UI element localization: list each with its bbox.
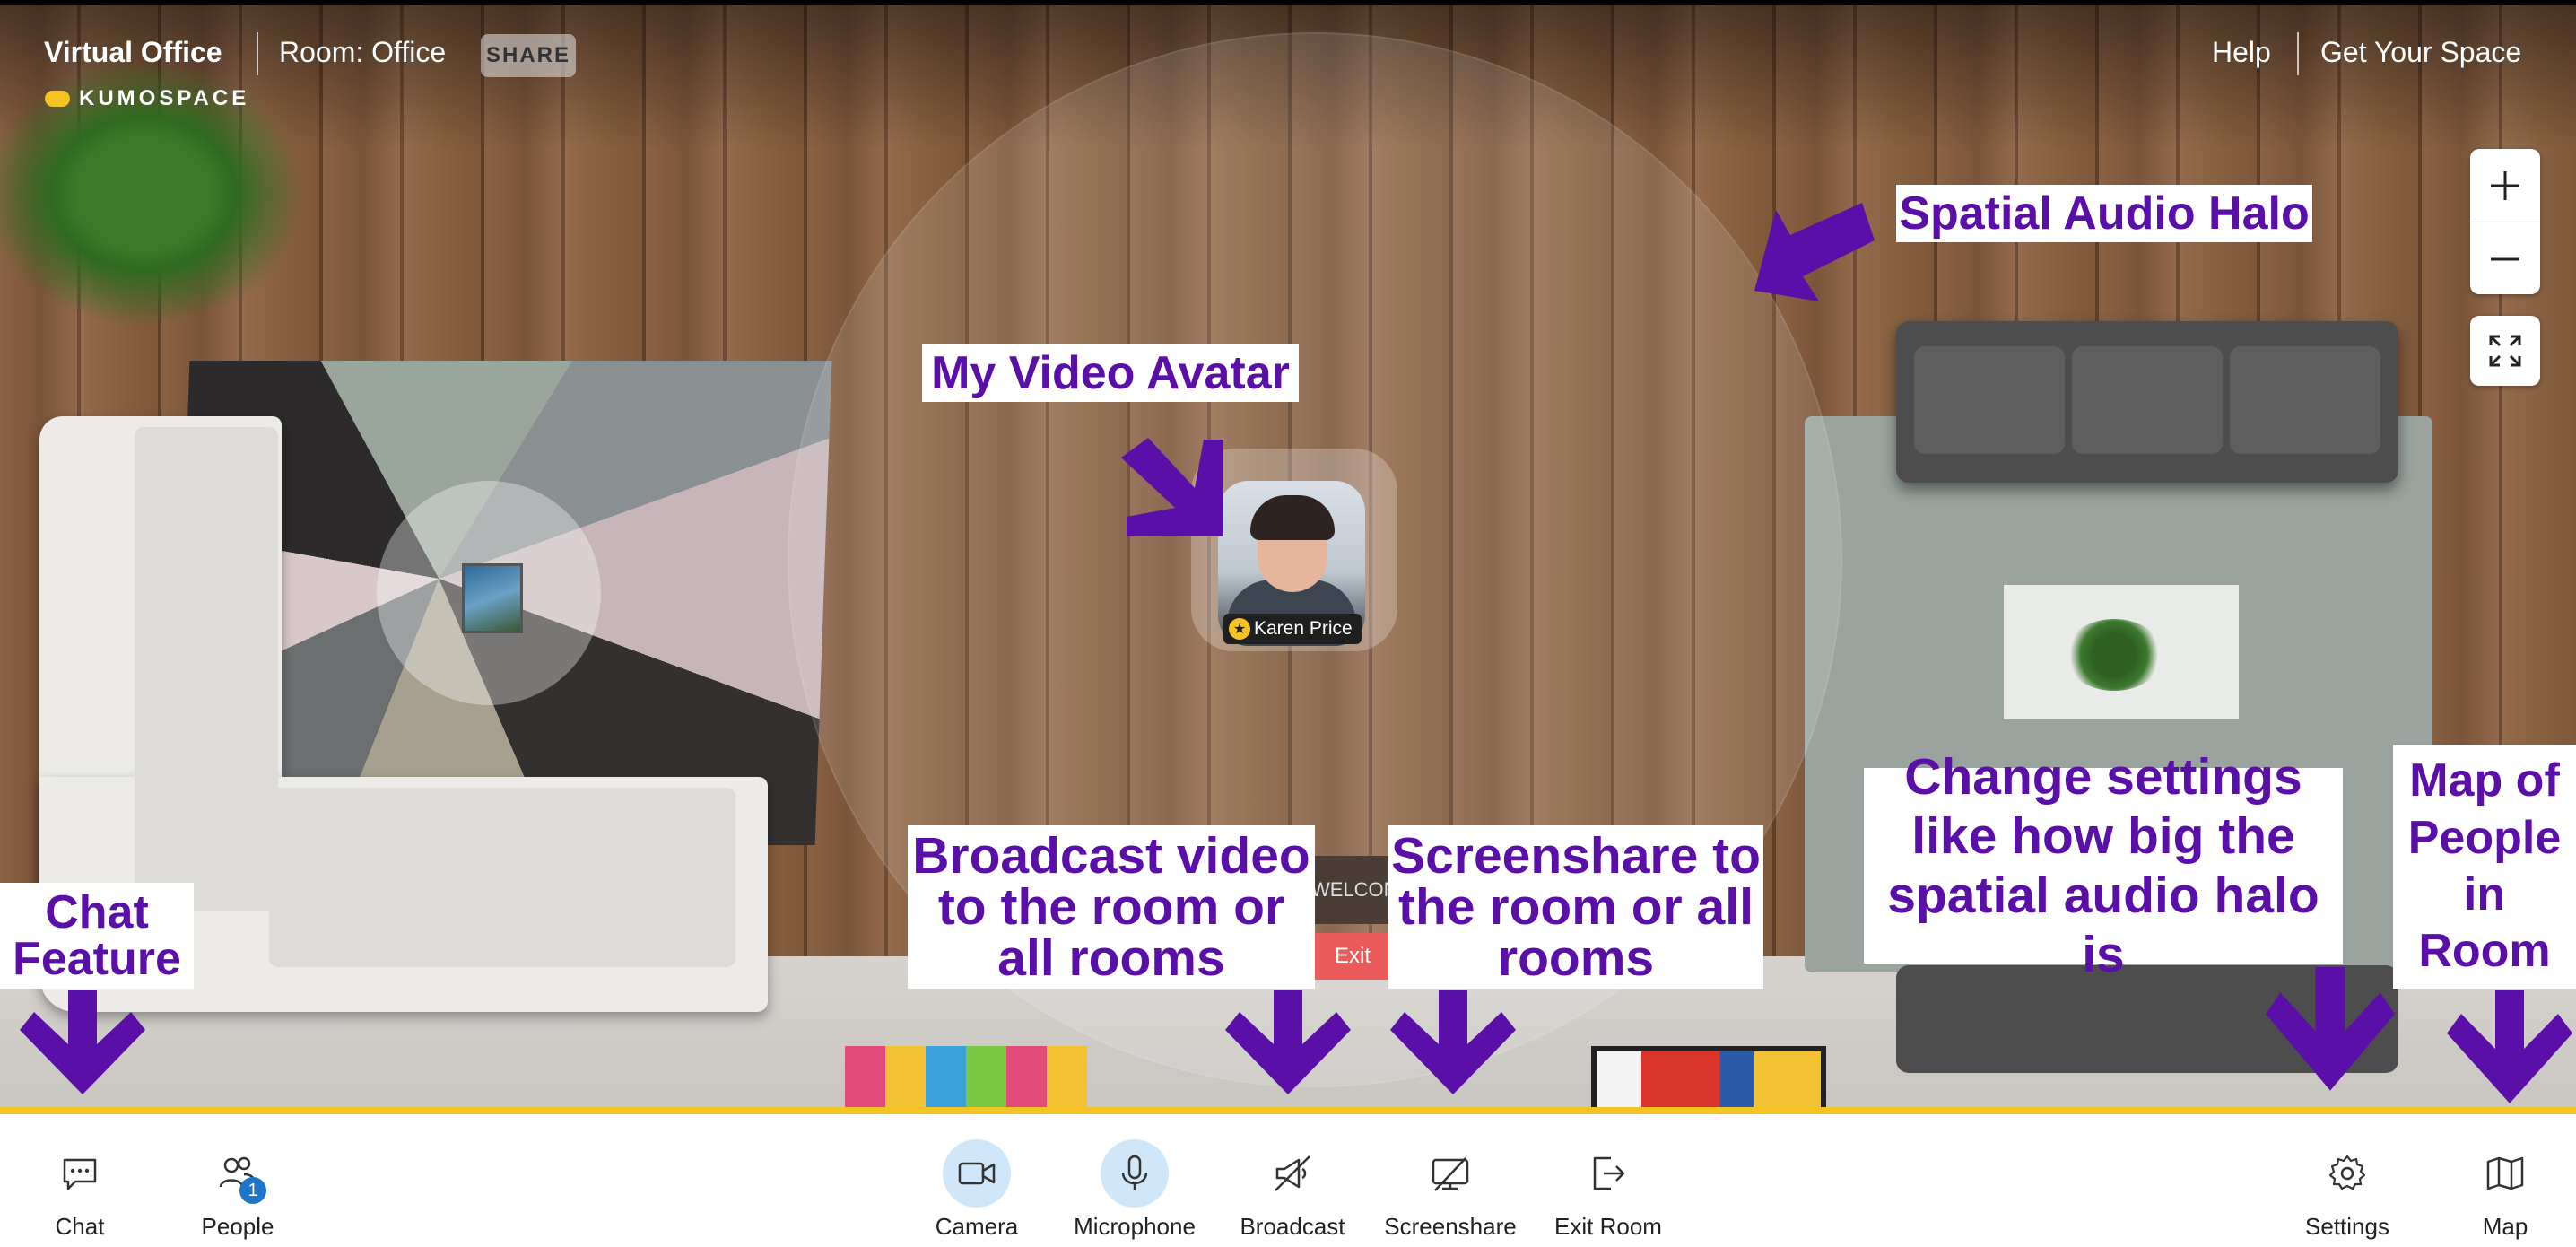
screenshare-icon-wrap (1416, 1139, 1484, 1208)
zoom-controls (2470, 149, 2540, 294)
sofa-cushion (1914, 346, 2065, 454)
cloud-logo-icon (45, 91, 70, 107)
settings-icon-wrap (2313, 1139, 2381, 1208)
zoom-out-button[interactable] (2470, 222, 2540, 295)
exit-room-button[interactable]: Exit Room (1541, 1114, 1675, 1247)
fullscreen-button[interactable] (2470, 316, 2540, 386)
brand-name: KUMOSPACE (79, 86, 250, 110)
chat-bubble-icon (63, 1158, 97, 1190)
callout-settings: Change settings like how big the spatial… (1864, 748, 2343, 983)
bottom-toolbar: Chat 1 People Camera Microphone Broadcas… (0, 1107, 2576, 1247)
people-count-badge: 1 (239, 1177, 266, 1204)
share-button[interactable]: SHARE (481, 34, 576, 77)
dark-sofa (1896, 321, 2398, 483)
chat-label: Chat (55, 1213, 105, 1240)
people-button[interactable]: 1 People (170, 1114, 305, 1247)
header-divider (257, 32, 258, 75)
camera-icon-wrap (943, 1139, 1011, 1208)
header-divider (2297, 32, 2299, 75)
camera-label: Camera (935, 1213, 1019, 1240)
map-icon-wrap (2471, 1139, 2539, 1208)
welcome-mat: WELCOME (1311, 856, 1392, 924)
map-label: Map (2482, 1213, 2528, 1240)
screenshare-button[interactable]: Screenshare (1383, 1114, 1518, 1247)
map-icon (2486, 1156, 2524, 1190)
arrow-down-icon (1390, 990, 1516, 1094)
screenshare-off-icon (1432, 1157, 1469, 1191)
settings-label: Settings (2305, 1213, 2389, 1240)
microphone-icon-wrap (1101, 1139, 1169, 1208)
people-icon-wrap: 1 (204, 1139, 272, 1208)
microphone-button[interactable]: Microphone (1067, 1114, 1202, 1247)
microphone-icon (1121, 1155, 1148, 1190)
avatar-name-tag: ★ Karen Price (1223, 614, 1362, 644)
broadcast-icon-wrap (1258, 1139, 1327, 1208)
exit-door[interactable]: Exit (1315, 933, 1390, 980)
arrow-down-icon (2266, 967, 2395, 1091)
expand-icon (2489, 335, 2521, 367)
settings-button[interactable]: Settings (2280, 1114, 2415, 1247)
people-label: People (201, 1213, 274, 1240)
chat-icon-wrap (46, 1139, 114, 1208)
callout-my-video-avatar: My Video Avatar (922, 344, 1299, 402)
mondrian-rug (1591, 1046, 1826, 1112)
callout-map: Map of People in Room (2393, 745, 2576, 989)
coffee-table-plant (2065, 619, 2163, 691)
kumospace-logo: KUMOSPACE (45, 86, 249, 111)
callout-spatial-audio-halo: Spatial Audio Halo (1896, 185, 2312, 242)
arrow-down-icon (1225, 990, 1351, 1094)
white-sofa-seat (135, 427, 278, 911)
minus-icon (2491, 257, 2519, 260)
white-sofa-seat (269, 788, 735, 967)
microphone-label: Microphone (1074, 1213, 1196, 1240)
plus-icon (2491, 170, 2519, 200)
host-star-icon: ★ (1229, 618, 1250, 640)
chat-button[interactable]: Chat (13, 1114, 147, 1247)
room-name: Room: Office (279, 36, 447, 68)
arrow-to-halo-icon (1754, 203, 1875, 301)
map-button[interactable]: Map (2438, 1114, 2572, 1247)
arrow-down-icon (2447, 990, 2572, 1103)
exit-icon-wrap (1574, 1139, 1642, 1208)
zoom-in-button[interactable] (2470, 149, 2540, 222)
callout-chat: Chat Feature (0, 883, 194, 989)
broadcast-button[interactable]: Broadcast (1225, 1114, 1360, 1247)
screenshare-label: Screenshare (1384, 1213, 1517, 1240)
arrow-down-icon (20, 990, 145, 1094)
exit-room-label: Exit Room (1554, 1213, 1662, 1240)
camera-button[interactable]: Camera (909, 1114, 1044, 1247)
get-your-space-link[interactable]: Get Your Space (2320, 36, 2521, 69)
pop-art-rug (845, 1046, 1087, 1112)
avatar-hair (1250, 495, 1335, 540)
broadcast-label: Broadcast (1240, 1213, 1345, 1240)
callout-broadcast: Broadcast video to the room or all rooms (908, 825, 1315, 989)
help-link[interactable]: Help (2212, 36, 2271, 69)
exit-door-icon (1593, 1156, 1625, 1190)
sofa-cushion (2072, 346, 2223, 454)
arrow-to-avatar-icon (1121, 438, 1223, 536)
video-camera-icon (958, 1162, 996, 1185)
broadcast-off-icon (1275, 1155, 1310, 1191)
app-title: Virtual Office (44, 36, 222, 68)
avatar-name: Karen Price (1254, 618, 1353, 639)
sofa-cushion (2230, 346, 2380, 454)
callout-screenshare: Screenshare to the room or all rooms (1388, 825, 1763, 989)
side-table-screen[interactable] (462, 563, 523, 633)
gear-icon (2328, 1155, 2366, 1190)
